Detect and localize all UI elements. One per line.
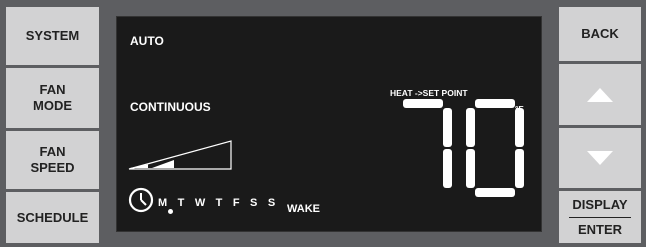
system-button[interactable]: SYSTEM	[6, 7, 99, 65]
fan-speed-button[interactable]: FAN SPEED	[6, 131, 99, 189]
back-button[interactable]: BACK	[559, 7, 641, 61]
current-day-dot	[168, 209, 173, 214]
segment-top	[475, 99, 515, 108]
arrow-down-icon	[587, 151, 613, 165]
segment-bottom-left	[466, 149, 475, 188]
day-sunday: S	[267, 197, 276, 209]
lcd-screen: AUTO CONTINUOUS HEAT ->SET POINT °F M T …	[116, 16, 542, 232]
fan-mode-button[interactable]: FAN MODE	[6, 68, 99, 128]
schedule-days: M T W T F S S	[158, 193, 281, 211]
segment-top	[403, 99, 443, 108]
arrow-up-icon	[587, 87, 613, 102]
segment-top-right	[443, 108, 452, 147]
day-saturday: S	[250, 197, 258, 209]
day-tuesday: T	[177, 197, 185, 209]
fan-speed-outline	[128, 140, 232, 170]
down-button[interactable]	[559, 128, 641, 188]
thermostat-panel: SYSTEM FAN MODE FAN SPEED SCHEDULE BACK …	[0, 0, 646, 247]
fan-speed-button-label-line1: FAN	[39, 144, 66, 159]
back-button-label: BACK	[581, 26, 619, 41]
enter-button-label: ENTER	[577, 221, 623, 237]
display-enter-button[interactable]: DISPLAY ENTER	[559, 191, 641, 243]
segment-bottom	[475, 188, 515, 197]
display-button-label: DISPLAY	[572, 196, 628, 212]
day-monday: M	[158, 197, 168, 209]
schedule-button[interactable]: SCHEDULE	[6, 192, 99, 243]
fan-mode-label: CONTINUOUS	[130, 100, 211, 114]
day-thursday: T	[215, 197, 223, 209]
day-wednesday: W	[194, 197, 206, 209]
segment-top-left	[466, 108, 475, 147]
day-friday: F	[232, 197, 240, 209]
segment-bottom-right	[515, 149, 524, 188]
system-button-label: SYSTEM	[25, 28, 80, 43]
segment-bottom-right	[443, 149, 452, 188]
fan-mode-button-label-line2: MODE	[33, 98, 72, 113]
segment-top-right	[515, 108, 524, 147]
schedule-period: WAKE	[287, 203, 320, 215]
up-button[interactable]	[559, 64, 641, 125]
system-mode-label: AUTO	[130, 34, 164, 48]
clock-icon	[128, 187, 154, 213]
display-enter-divider	[569, 216, 631, 218]
schedule-button-label: SCHEDULE	[16, 209, 89, 225]
temperature-display	[403, 99, 524, 197]
fan-mode-button-label-line1: FAN	[39, 82, 66, 97]
temperature-digit-tens	[403, 99, 452, 188]
temperature-digit-ones	[466, 99, 524, 197]
fan-speed-button-label-line2: SPEED	[30, 160, 75, 175]
setpoint-label: HEAT ->SET POINT	[390, 88, 468, 98]
fan-speed-indicator	[128, 140, 232, 170]
